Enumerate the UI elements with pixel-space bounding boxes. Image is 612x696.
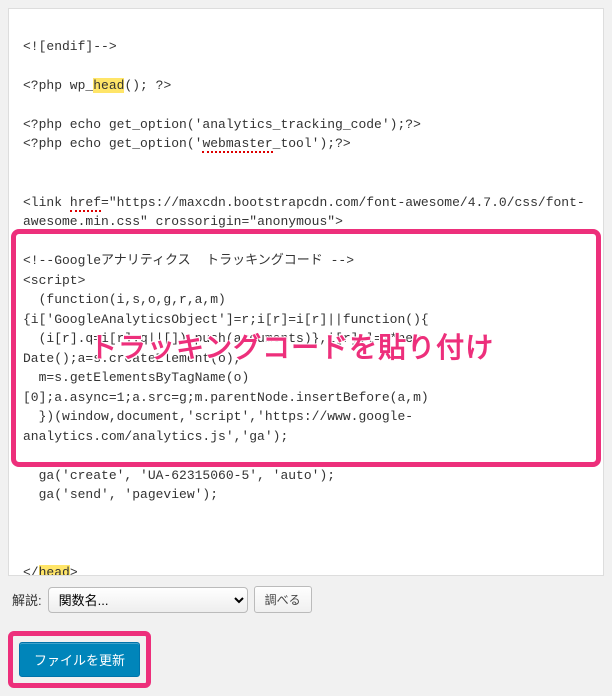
update-button-highlight-box: ファイルを更新 [8, 631, 151, 688]
code-content: <![endif]--> <?php wp_head(); ?> <?php e… [23, 37, 589, 577]
code-editor[interactable]: <![endif]--> <?php wp_head(); ?> <?php e… [8, 8, 604, 576]
documentation-label: 解説: [12, 590, 42, 609]
function-name-select[interactable]: 関数名... [48, 587, 248, 613]
update-file-button[interactable]: ファイルを更新 [19, 642, 140, 677]
documentation-row: 解説: 関数名... 調べる [8, 576, 604, 631]
lookup-button[interactable]: 調べる [254, 586, 312, 613]
